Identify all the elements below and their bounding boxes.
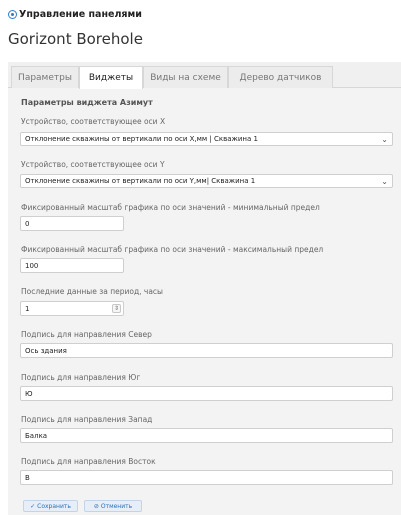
header-title-text: Управление панелями (19, 9, 142, 20)
axis-x-label: Устройство, соответствующее оси X (21, 117, 166, 126)
scale-min-input[interactable]: 0 (20, 216, 124, 231)
scale-max-label: Фиксированный масштаб графика по оси зна… (21, 245, 324, 254)
chevron-down-icon: ⌄ (381, 135, 388, 144)
cancel-button[interactable]: ⊘ Отменить (84, 500, 142, 512)
axis-y-select[interactable]: Отклонение скважины от вертикали по оси … (20, 174, 393, 188)
period-value: 1 (25, 304, 30, 313)
check-icon: ✓ (30, 502, 36, 510)
section-title: Параметры виджета Азимут (21, 98, 153, 107)
period-stepper[interactable]: 1 ⇕ (20, 301, 124, 316)
cancel-icon: ⊘ (93, 502, 99, 510)
tab-sensor-tree[interactable]: Дерево датчиков (228, 66, 333, 88)
scale-max-input[interactable]: 100 (20, 258, 124, 273)
cancel-button-label: Отменить (100, 502, 133, 510)
north-input[interactable]: Ось здания (20, 343, 393, 358)
south-input[interactable]: Ю (20, 386, 393, 401)
save-button[interactable]: ✓ Сохранить (23, 500, 78, 512)
tab-parameters[interactable]: Параметры (11, 66, 79, 88)
east-input[interactable]: В (20, 470, 393, 485)
tabs-bar: Параметры Виджеты Виды на схеме Дерево д… (0, 62, 401, 89)
axis-y-label: Устройство, соответствующее оси Y (21, 160, 165, 169)
tab-scheme-views[interactable]: Виды на схеме (143, 66, 228, 88)
save-button-label: Сохранить (37, 502, 71, 510)
stepper-icon[interactable]: ⇕ (112, 304, 121, 313)
tab-widgets[interactable]: Виджеты (79, 66, 143, 89)
north-label: Подпись для направления Север (21, 330, 152, 339)
chevron-down-icon: ⌄ (381, 177, 388, 186)
east-label: Подпись для направления Восток (21, 457, 156, 466)
west-label: Подпись для направления Запад (21, 415, 153, 424)
period-label: Последние данные за период, часы (21, 287, 163, 296)
axis-x-select[interactable]: Отклонение скважины от вертикали по оси … (20, 132, 393, 146)
page-title: Gorizont Borehole (8, 30, 143, 48)
axis-x-selected-value: Отклонение скважины от вертикали по оси … (25, 135, 258, 143)
circle-dot-icon (8, 10, 17, 19)
west-input[interactable]: Балка (20, 428, 393, 443)
axis-y-selected-value: Отклонение скважины от вертикали по оси … (25, 177, 256, 185)
scale-min-label: Фиксированный масштаб графика по оси зна… (21, 203, 320, 212)
panel-management-title: Управление панелями (8, 9, 142, 20)
south-label: Подпись для направления Юг (21, 373, 141, 382)
